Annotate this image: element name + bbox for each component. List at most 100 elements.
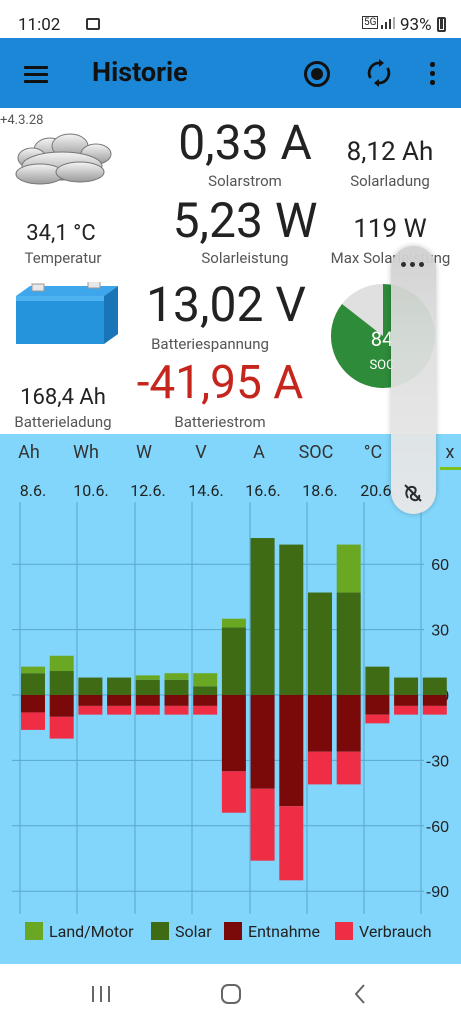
bar-land-motor [164, 673, 189, 680]
bar-verbrauch [394, 705, 419, 715]
solarladung-value: 8,12 Ah [346, 137, 434, 167]
solarleistung-value: 5,23 W [172, 192, 318, 249]
max-solarleistung-value: 119 W [353, 214, 427, 244]
batteriestrom-label: Batteriestrom [174, 413, 266, 431]
legend-item-solar: Solar [151, 922, 212, 942]
recent-apps-icon[interactable] [90, 984, 112, 1004]
menu-icon[interactable] [24, 66, 48, 83]
app-bar: Historie [0, 38, 461, 108]
y-tick-label: -60 [426, 819, 449, 836]
status-time: 11:02 [18, 15, 61, 35]
bar-entnahme [164, 695, 189, 706]
floating-toolbar[interactable] [391, 246, 436, 514]
solarleistung-label: Solarleistung [201, 249, 289, 267]
y-tick-label: -30 [426, 753, 449, 770]
bar-entnahme [365, 695, 390, 715]
batteriespannung-label: Batteriespannung [151, 335, 269, 353]
battery-status-icon [437, 17, 446, 32]
date-label: 10.6. [73, 481, 109, 500]
bar-entnahme [394, 695, 419, 706]
bar-entnahme [336, 695, 361, 752]
back-icon[interactable] [353, 983, 367, 1005]
more-icon[interactable] [428, 62, 436, 86]
bar-solar [49, 671, 74, 695]
tab-w[interactable]: W [124, 442, 164, 463]
image-notification-icon [86, 18, 100, 30]
legend-item-land-motor: Land/Motor [25, 922, 134, 942]
sync-icon[interactable] [366, 59, 392, 87]
batterieladung-label: Batterieladung [14, 413, 112, 431]
bar-entnahme [422, 695, 447, 706]
more-dots-icon[interactable] [401, 262, 427, 268]
bar-solar [221, 627, 246, 695]
bar-solar [21, 673, 45, 695]
date-label: 14.6. [188, 481, 224, 500]
status-bar: 11:02 5G 93% [0, 0, 461, 38]
network-type: 5G [362, 16, 379, 29]
bar-solar [279, 544, 304, 695]
batteriespannung-value: 13,02 V [146, 276, 306, 333]
bar-solar [336, 592, 361, 695]
bar-land-motor [221, 618, 246, 628]
bar-verbrauch [21, 712, 45, 730]
bar-entnahme [21, 695, 45, 713]
bar-land-motor [49, 655, 74, 672]
bar-solar [308, 592, 332, 695]
home-icon[interactable] [220, 983, 242, 1005]
date-label: 12.6. [130, 481, 166, 500]
date-label: 16.6. [245, 481, 281, 500]
tab-selected-indicator [440, 467, 461, 470]
bar-solar [193, 686, 218, 695]
y-tick-label: 60 [431, 557, 449, 574]
bar-verbrauch [49, 716, 74, 739]
animation-off-icon[interactable] [402, 482, 424, 504]
system-nav-bar [0, 964, 461, 1024]
solarladung-label: Solarladung [350, 172, 430, 190]
bar-entnahme [78, 695, 103, 706]
bar-solar [135, 679, 160, 695]
bar-solar [107, 677, 132, 695]
tab-wh[interactable]: Wh [66, 442, 106, 463]
bar-land-motor [336, 544, 361, 593]
history-bar-chart: 60300-30-60-90 [12, 502, 449, 914]
y-tick-label: -90 [426, 884, 449, 901]
bar-verbrauch [221, 771, 246, 813]
bar-entnahme [308, 695, 332, 752]
bar-solar [78, 677, 103, 695]
y-tick-label: 30 [431, 623, 449, 640]
batteriestrom-value: -41,95 A [136, 356, 304, 410]
version-text: +4.3.28 [0, 113, 44, 128]
bar-solar [422, 677, 447, 695]
bar-land-motor [135, 675, 160, 680]
bar-verbrauch [164, 705, 189, 715]
bar-entnahme [221, 695, 246, 772]
bar-verbrauch [193, 705, 218, 715]
bar-solar [250, 538, 275, 695]
bar-entnahme [49, 695, 74, 717]
temperature-value: 34,1 °C [26, 221, 96, 246]
bar-verbrauch [422, 705, 447, 715]
tab-soc[interactable]: SOC [296, 442, 336, 463]
bar-entnahme [193, 695, 218, 706]
bar-entnahme [107, 695, 132, 706]
tab-a[interactable]: A [239, 442, 279, 463]
bar-verbrauch [107, 705, 132, 715]
solarstrom-value: 0,33 A [178, 114, 312, 171]
tab-temperature[interactable]: °C [353, 442, 393, 463]
bar-verbrauch [279, 806, 304, 881]
record-icon[interactable] [304, 61, 330, 87]
tab-v[interactable]: V [181, 442, 221, 463]
bar-verbrauch [135, 705, 160, 715]
bar-solar [394, 677, 419, 695]
date-label: 18.6. [302, 481, 338, 500]
batterieladung-value: 168,4 Ah [20, 385, 106, 410]
bar-solar [365, 666, 390, 695]
bar-entnahme [279, 695, 304, 807]
legend-item-verbrauch: Verbrauch [335, 922, 432, 942]
solarstrom-label: Solarstrom [208, 172, 282, 190]
bar-verbrauch [365, 714, 390, 724]
tab-ah[interactable]: Ah [9, 442, 49, 463]
legend-item-entnahme: Entnahme [224, 922, 320, 942]
signal-icon [381, 17, 395, 29]
date-label: 8.6. [19, 481, 47, 500]
